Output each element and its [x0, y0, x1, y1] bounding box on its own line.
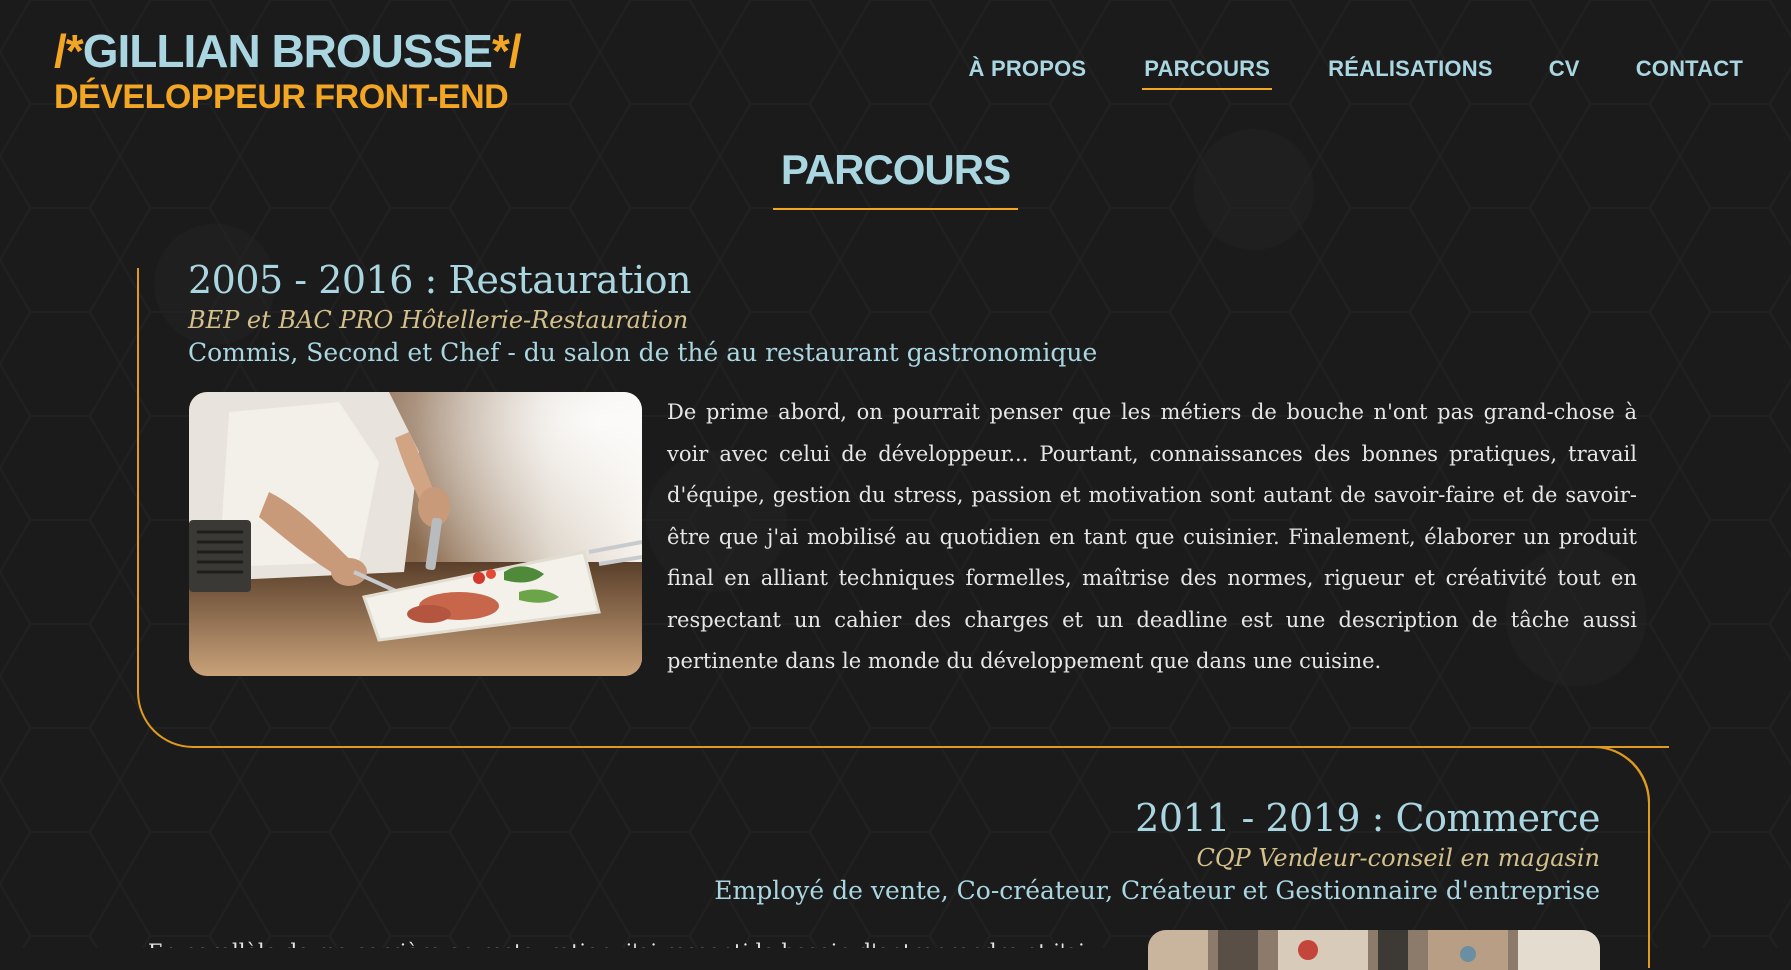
nav-link-realisations[interactable]: RÉALISATIONS [1328, 56, 1493, 90]
nav-link-cv[interactable]: CV [1549, 56, 1580, 90]
shop-photo [1148, 930, 1600, 970]
entry-title: 2005 - 2016 : Restauration [188, 258, 691, 302]
entry-description: En parallèle de ma carrière en restaurat… [148, 932, 1118, 948]
chef-plating-photo [189, 392, 642, 676]
main-nav: À PROPOS PARCOURS RÉALISATIONS CV CONTAC… [913, 56, 1743, 90]
entry-role: Employé de vente, Co-créateur, Créateur … [714, 876, 1600, 905]
entry-degree: CQP Vendeur-conseil en magasin [1196, 844, 1600, 872]
section-header: PARCOURS [0, 146, 1791, 210]
nav-link-contact[interactable]: CONTACT [1636, 56, 1743, 90]
site-logo[interactable]: /*GILLIAN BROUSSE*/ DÉVELOPPEUR FRONT-EN… [54, 25, 522, 116]
nav-link-parcours[interactable]: PARCOURS [1142, 56, 1273, 90]
brand-role: DÉVELOPPEUR FRONT-END [54, 78, 509, 116]
brand-name-line: /*GILLIAN BROUSSE*/ [54, 25, 522, 77]
chef-plating-illustration [189, 392, 642, 676]
comment-close-glyph: */ [491, 25, 522, 77]
nav-link-a-propos[interactable]: À PROPOS [969, 56, 1087, 90]
entry-title: 2011 - 2019 : Commerce [1135, 796, 1600, 840]
shop-illustration [1148, 930, 1600, 970]
entry-degree: BEP et BAC PRO Hôtellerie-Restauration [188, 306, 689, 334]
brand-name: GILLIAN BROUSSE [82, 25, 493, 77]
section-title: PARCOURS [772, 146, 1019, 210]
timeline-entry-commerce-header: 2011 - 2019 : Commerce CQP Vendeur-conse… [714, 796, 1600, 905]
entry-role: Commis, Second et Chef - du salon de thé… [188, 338, 1098, 367]
entry-description: De prime abord, on pourrait penser que l… [667, 400, 1637, 673]
comment-open-glyph: /* [54, 25, 84, 77]
timeline-entry-restauration-header: 2005 - 2016 : Restauration BEP et BAC PR… [188, 258, 1097, 367]
